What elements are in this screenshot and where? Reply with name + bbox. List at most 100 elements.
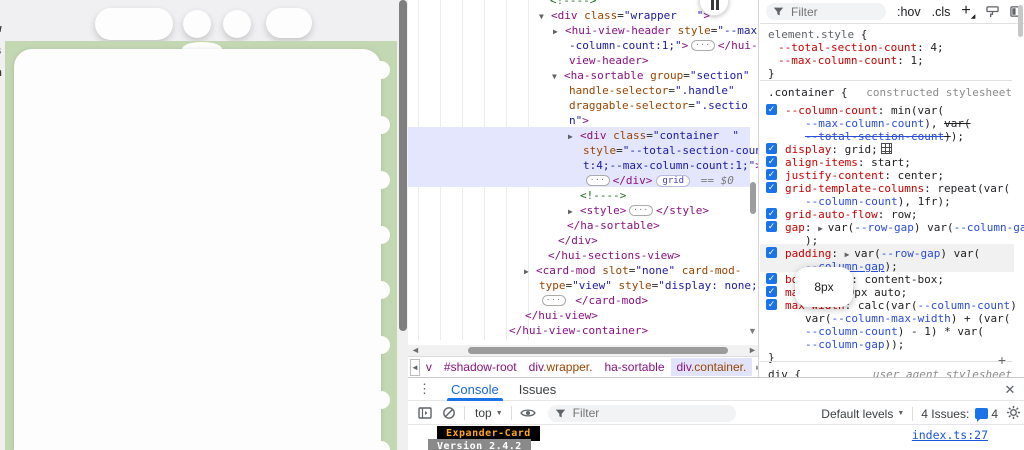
style-declaration-line[interactable]: --column-count: min(var( xyxy=(785,104,944,117)
style-declaration-line[interactable]: .container { xyxy=(768,86,847,99)
elements-code-line[interactable]: </hui-view> xyxy=(525,308,598,323)
styles-scrollbar-thumb[interactable] xyxy=(1018,5,1023,37)
style-declaration-line[interactable]: --max-column-count: 1; xyxy=(778,54,924,67)
styles-filter-input[interactable] xyxy=(789,3,879,20)
elements-code-line[interactable]: ▶ <style> ··· </style> xyxy=(568,203,709,218)
elements-code-line[interactable]: -column-count:1;"> ··· </hui- xyxy=(569,38,758,53)
breadcrumb-item[interactable]: v xyxy=(420,358,438,376)
property-enabled-checkbox[interactable]: ✓ xyxy=(766,247,777,258)
property-enabled-checkbox[interactable]: ✓ xyxy=(766,221,777,232)
live-expression-eye-icon[interactable] xyxy=(519,407,536,419)
breadcrumb-item[interactable]: div.container. xyxy=(670,358,753,376)
console-filter[interactable] xyxy=(547,404,736,422)
panel-divider[interactable] xyxy=(758,0,759,377)
header-pill-button[interactable] xyxy=(266,8,312,38)
console-settings-gear-icon[interactable] xyxy=(1006,405,1021,420)
style-declaration-line[interactable]: gap: ▶ var(--row-gap) var(--column-gap xyxy=(785,221,1024,234)
style-declaration-line[interactable]: --total-section-count)); xyxy=(805,130,964,143)
style-declaration-line[interactable]: } xyxy=(768,351,775,364)
elements-code-line[interactable]: </div> xyxy=(558,233,598,248)
property-enabled-checkbox[interactable]: ✓ xyxy=(766,156,777,167)
expanded-arrow-icon[interactable]: ▼ xyxy=(539,9,544,24)
style-declaration-line[interactable]: var(--column-max-width) + (var( xyxy=(805,312,1010,325)
elements-code-line[interactable]: ▶ <div class="container " xyxy=(568,128,739,143)
elements-code-line[interactable]: </ha-sortable> xyxy=(567,218,660,233)
header-circle-button[interactable] xyxy=(223,10,251,38)
style-declaration-line[interactable]: ); xyxy=(805,234,818,247)
elements-code-line[interactable]: n"> xyxy=(569,113,589,128)
property-enabled-checkbox[interactable]: ✓ xyxy=(766,104,777,115)
log-source-link[interactable]: index.ts:27 xyxy=(912,428,988,442)
style-declaration-line[interactable]: align-items: start; xyxy=(785,156,911,169)
console-filter-input[interactable] xyxy=(570,405,691,421)
collapsed-arrow-icon[interactable]: ▶ xyxy=(568,129,573,144)
scroll-down-arrow-icon[interactable]: ▼ xyxy=(748,326,757,336)
drawer-menu-icon[interactable]: ⋮ xyxy=(418,381,431,397)
collapsed-arrow-icon[interactable]: ▶ xyxy=(524,264,529,279)
elements-code-line[interactable]: ▼ <ha-sortable group="section" xyxy=(552,68,749,83)
style-declaration-line[interactable]: justify-content: center; xyxy=(785,169,944,182)
expanded-arrow-icon[interactable]: ▼ xyxy=(552,69,557,84)
header-pill-button[interactable] xyxy=(95,8,173,40)
elements-vscrollbar-thumb[interactable] xyxy=(750,182,756,214)
console-sidebar-icon[interactable] xyxy=(418,407,432,419)
elements-code-line[interactable]: ··· </card-mod> xyxy=(539,293,648,308)
elements-code-line[interactable]: type="view" style="display: none;"> xyxy=(539,278,758,293)
style-declaration-line[interactable]: } xyxy=(768,67,775,80)
collapsed-arrow-icon[interactable]: ▶ xyxy=(553,24,558,39)
elements-code-line[interactable]: </hui-sections-view> xyxy=(548,248,680,263)
tab-issues[interactable]: Issues xyxy=(519,378,557,401)
property-enabled-checkbox[interactable]: ✓ xyxy=(766,286,777,297)
header-circle-button[interactable] xyxy=(183,10,211,38)
style-declaration-line[interactable]: grid-auto-flow: row; xyxy=(785,208,917,221)
console-context-selector[interactable]: top xyxy=(475,406,492,420)
clear-console-icon[interactable] xyxy=(442,406,456,420)
collapsed-arrow-icon[interactable]: ▶ xyxy=(568,204,573,219)
style-declaration-line[interactable]: div { xyxy=(768,368,801,377)
rendering-emulation-icon[interactable] xyxy=(986,5,1000,18)
style-declaration-line[interactable]: padding: ▶ var(--row-gap) var( xyxy=(785,247,980,260)
elements-code-line[interactable]: t:4;--max-column-count:1;"> xyxy=(583,158,758,173)
grid-editor-icon[interactable] xyxy=(880,143,892,154)
elements-code-line[interactable]: draggable-selector=".sectio xyxy=(569,98,748,113)
elements-hscrollbar-thumb[interactable] xyxy=(468,347,728,354)
element-classes-button[interactable]: .cls xyxy=(932,5,951,19)
elements-code-line[interactable]: <!----> xyxy=(550,0,596,8)
elements-code-line[interactable]: ▶ <hui-view-header style="--max xyxy=(553,23,757,38)
breadcrumb-item[interactable]: ha-sortable xyxy=(598,358,670,376)
breadcrumb-back-icon[interactable]: ◄ xyxy=(410,358,420,376)
close-drawer-icon[interactable]: ✕ xyxy=(1003,383,1017,397)
elements-code-line[interactable]: </hui-view-container> xyxy=(509,323,648,338)
style-declaration-line[interactable]: --column-count) - 1) * var( xyxy=(805,325,984,338)
property-enabled-checkbox[interactable]: ✓ xyxy=(766,299,777,310)
scroll-left-arrow-icon[interactable]: ◄ xyxy=(411,345,420,356)
tab-console[interactable]: Console xyxy=(447,378,503,401)
new-style-rule-button[interactable]: +◢ xyxy=(961,2,975,20)
style-declaration-line[interactable]: display: grid; xyxy=(785,143,892,156)
scroll-right-arrow-icon[interactable]: ► xyxy=(748,345,757,356)
page-scrollbar[interactable] xyxy=(397,0,408,450)
style-declaration-line[interactable]: --max-column-count), var( xyxy=(805,117,971,130)
issues-counter-label[interactable]: 4 Issues: xyxy=(921,407,969,421)
console-message[interactable]: Expander-Card Version 2.4.2 index.ts:27 xyxy=(408,425,1024,450)
elements-code-line[interactable]: <!----> xyxy=(580,188,626,203)
elements-code-line[interactable]: style="--total-section-coun xyxy=(583,143,758,158)
elements-code-line[interactable]: view-header> xyxy=(569,53,648,68)
elements-hscrollbar[interactable]: ◄ ► xyxy=(408,345,758,356)
breadcrumb-item[interactable]: div.wrapper. xyxy=(523,358,599,376)
page-scrollbar-thumb[interactable] xyxy=(399,0,407,331)
style-declaration-line[interactable]: grid-template-columns: repeat(var( xyxy=(785,182,1010,195)
breadcrumb-item[interactable]: #shadow-root xyxy=(438,358,523,376)
elements-code-line[interactable]: handle-selector=".handle" xyxy=(569,83,735,98)
property-enabled-checkbox[interactable]: ✓ xyxy=(766,273,777,284)
elements-code-line[interactable]: ··· </div> grid == $0 xyxy=(583,173,734,188)
elements-code-line[interactable]: ▼ <div class="wrapper "> xyxy=(539,8,710,23)
default-levels-dropdown[interactable]: Default levels xyxy=(821,407,893,421)
style-declaration-line[interactable]: --column-count), 1fr); xyxy=(805,195,951,208)
property-enabled-checkbox[interactable]: ✓ xyxy=(766,208,777,219)
property-enabled-checkbox[interactable]: ✓ xyxy=(766,182,777,193)
property-enabled-checkbox[interactable]: ✓ xyxy=(766,143,777,154)
elements-code-line[interactable]: ▶ <card-mod slot="none" card-mod- xyxy=(524,263,741,278)
style-declaration-line[interactable]: --total-section-count: 4; xyxy=(778,41,944,54)
property-enabled-checkbox[interactable]: ✓ xyxy=(766,169,777,180)
